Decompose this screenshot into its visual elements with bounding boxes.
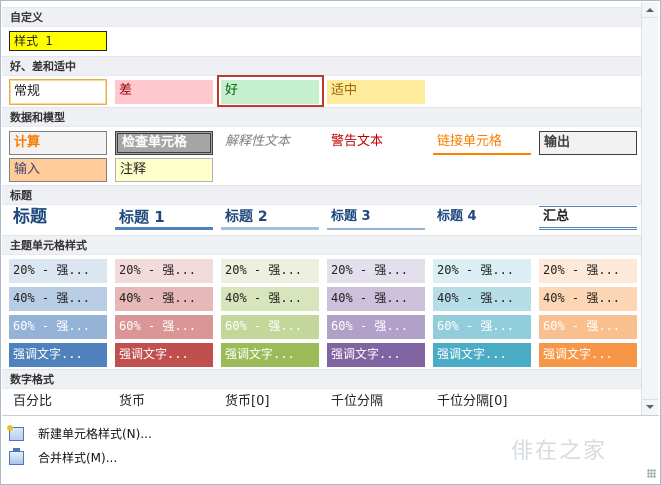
new-cell-style-label: 新建单元格样式(N)... xyxy=(38,427,152,441)
style-40-accent1[interactable]: 40% - 强... xyxy=(9,287,107,311)
section-header-custom: 自定义 xyxy=(2,7,641,27)
style-heading-1[interactable]: 标题 1 xyxy=(115,206,213,230)
style-20-accent5[interactable]: 20% - 强... xyxy=(433,259,531,283)
resize-grip[interactable] xyxy=(647,469,656,478)
style-heading-3[interactable]: 标题 3 xyxy=(327,206,425,230)
style-currency[interactable]: 货币 xyxy=(115,391,213,413)
style-accent3[interactable]: 强调文字... xyxy=(221,343,319,367)
style-check-cell[interactable]: 检查单元格 xyxy=(115,131,213,155)
style-title[interactable]: 标题 xyxy=(9,206,107,230)
style-input[interactable]: 输入 xyxy=(9,158,107,182)
style-60-accent3[interactable]: 60% - 强... xyxy=(221,315,319,339)
section-header-number: 数字格式 xyxy=(2,369,641,389)
style-percent[interactable]: 百分比 xyxy=(9,391,107,413)
style-20-accent4[interactable]: 20% - 强... xyxy=(327,259,425,283)
vertical-scrollbar[interactable] xyxy=(641,2,658,415)
style-custom-1[interactable]: 样式 1 xyxy=(9,31,107,51)
style-40-accent5[interactable]: 40% - 强... xyxy=(433,287,531,311)
scroll-down-icon[interactable] xyxy=(642,399,658,415)
style-output[interactable]: 输出 xyxy=(539,131,637,155)
style-currency-0[interactable]: 货币[0] xyxy=(221,391,319,413)
section-header-good-bad: 好、差和适中 xyxy=(2,56,641,76)
style-explanatory-text[interactable]: 解释性文本 xyxy=(221,131,319,155)
style-calculation[interactable]: 计算 xyxy=(9,131,107,155)
style-20-accent2[interactable]: 20% - 强... xyxy=(115,259,213,283)
style-20-accent1[interactable]: 20% - 强... xyxy=(9,259,107,283)
style-heading-4[interactable]: 标题 4 xyxy=(433,206,531,230)
merge-styles-icon xyxy=(9,448,24,465)
style-60-accent4[interactable]: 60% - 强... xyxy=(327,315,425,339)
style-comma-0[interactable]: 千位分隔[0] xyxy=(433,391,531,413)
style-40-accent2[interactable]: 40% - 强... xyxy=(115,287,213,311)
style-bad[interactable]: 差 xyxy=(115,80,213,104)
new-cell-style-menu-item[interactable]: 新建单元格样式(N)... xyxy=(2,422,402,446)
style-accent2[interactable]: 强调文字... xyxy=(115,343,213,367)
style-note[interactable]: 注释 xyxy=(115,158,213,182)
merge-styles-label: 合并样式(M)... xyxy=(38,451,118,465)
style-total[interactable]: 汇总 xyxy=(539,206,637,230)
cell-styles-gallery: 自定义 样式 1 好、差和适中 常规 差 好 适中 数据和模型 计算 检查单元格… xyxy=(0,0,661,485)
style-20-accent6[interactable]: 20% - 强... xyxy=(539,259,637,283)
section-header-theme: 主题单元格样式 xyxy=(2,235,641,255)
highlight-frame xyxy=(217,75,324,107)
style-40-accent3[interactable]: 40% - 强... xyxy=(221,287,319,311)
style-60-accent6[interactable]: 60% - 强... xyxy=(539,315,637,339)
scroll-up-icon[interactable] xyxy=(642,2,658,18)
style-neutral[interactable]: 适中 xyxy=(327,80,425,104)
section-header-data-model: 数据和模型 xyxy=(2,107,641,127)
merge-styles-menu-item[interactable]: 合并样式(M)... xyxy=(2,446,402,470)
style-warning-text[interactable]: 警告文本 xyxy=(327,131,425,155)
watermark: 俳在之家 xyxy=(511,439,608,464)
section-header-titles: 标题 xyxy=(2,185,641,205)
style-60-accent5[interactable]: 60% - 强... xyxy=(433,315,531,339)
style-60-accent1[interactable]: 60% - 强... xyxy=(9,315,107,339)
style-40-accent6[interactable]: 40% - 强... xyxy=(539,287,637,311)
style-heading-2[interactable]: 标题 2 xyxy=(221,206,319,230)
style-accent5[interactable]: 强调文字... xyxy=(433,343,531,367)
style-20-accent3[interactable]: 20% - 强... xyxy=(221,259,319,283)
style-normal[interactable]: 常规 xyxy=(9,79,107,105)
style-accent6[interactable]: 强调文字... xyxy=(539,343,637,367)
style-accent4[interactable]: 强调文字... xyxy=(327,343,425,367)
style-40-accent4[interactable]: 40% - 强... xyxy=(327,287,425,311)
style-linked-cell[interactable]: 链接单元格 xyxy=(433,131,531,155)
style-comma[interactable]: 千位分隔 xyxy=(327,391,425,413)
style-accent1[interactable]: 强调文字... xyxy=(9,343,107,367)
new-style-icon xyxy=(7,425,24,441)
style-60-accent2[interactable]: 60% - 强... xyxy=(115,315,213,339)
